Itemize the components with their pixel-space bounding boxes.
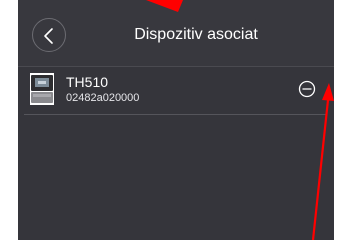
page-title: Dispozitiv asociat bbox=[134, 26, 258, 43]
screen: Dispozitiv asociat TH510 02482a020000 bbox=[0, 0, 351, 240]
device-id: 02482a020000 bbox=[66, 92, 140, 104]
device-name: TH510 bbox=[66, 74, 109, 90]
minus-circle-icon[interactable] bbox=[298, 80, 316, 98]
device-list-item[interactable]: TH510 02482a020000 bbox=[18, 67, 334, 114]
divider bbox=[24, 114, 326, 115]
back-button[interactable] bbox=[32, 18, 66, 52]
chevron-left-icon bbox=[44, 28, 53, 44]
header-bar: Dispozitiv asociat bbox=[18, 0, 334, 66]
app-screen: Dispozitiv asociat TH510 02482a020000 bbox=[18, 0, 334, 240]
thermostat-icon bbox=[30, 73, 54, 105]
